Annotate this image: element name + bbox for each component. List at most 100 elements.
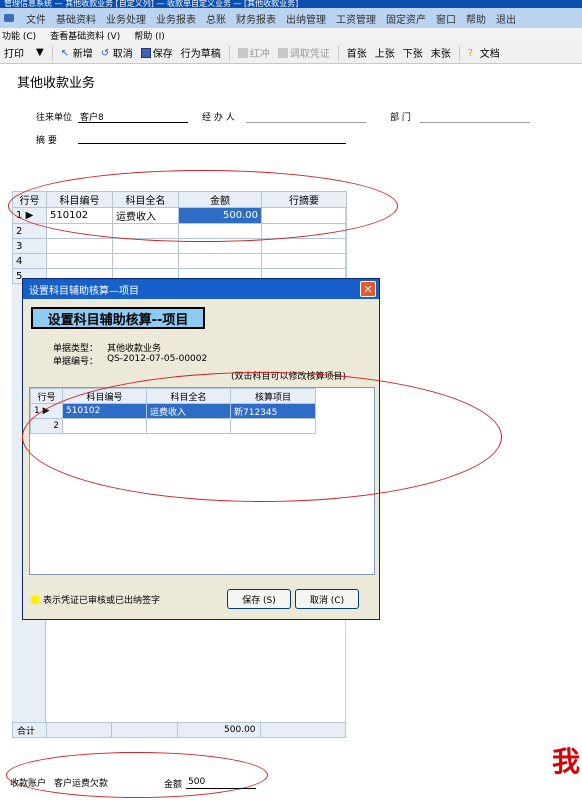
annotation-ellipse [8, 170, 398, 242]
yellow-legend-swatch [31, 595, 39, 604]
submenu-view-basic[interactable]: 查看基础资料 (V) [50, 29, 120, 42]
menu-ledger[interactable]: 总账 [206, 11, 226, 26]
next-button[interactable]: 下张 [399, 45, 427, 60]
prev-button[interactable]: 上张 [371, 45, 399, 60]
next-label: 下张 [402, 49, 423, 60]
account-label: 收款账户 [10, 779, 47, 789]
submenu-help[interactable]: 帮助 (I) [134, 29, 165, 42]
menu-business[interactable]: 业务处理 [106, 11, 146, 26]
amount-cell[interactable] [178, 253, 262, 269]
undo-icon: ↺ [100, 47, 110, 59]
menu-basic-data[interactable]: 基础资料 [56, 11, 96, 26]
window-title-bar: 管理信息系统 — 其他收款业务 [自定义列] — 收款单自定义业务 — [其他收… [0, 0, 582, 8]
toolbar-divider [458, 45, 460, 60]
row-number: 4 [12, 253, 47, 269]
new-label: 新增 [72, 49, 93, 60]
save-icon [140, 47, 151, 58]
amount-underline [186, 788, 256, 789]
total-empty-cell [112, 723, 179, 737]
close-icon[interactable]: ✕ [360, 281, 376, 297]
account-value[interactable]: 客户运费欠款 [54, 776, 108, 789]
dialog-cancel-button[interactable]: 取消 (C) [295, 589, 359, 609]
doc-no-value: QS-2012-07-05-00002 [107, 354, 208, 364]
total-amount: 500.00 [178, 723, 261, 737]
account-code-cell[interactable] [46, 238, 113, 254]
toolbar-divider [337, 45, 339, 60]
help-icon: ? [467, 47, 474, 59]
summary-field[interactable] [78, 143, 346, 144]
total-row: 合计 500.00 [12, 722, 346, 738]
handler-field[interactable] [246, 122, 366, 123]
new-button[interactable]: ↖ 新增 [57, 45, 97, 61]
footer-amount-value[interactable]: 500 [188, 777, 205, 787]
dept-field[interactable] [420, 122, 530, 123]
corner-logo-char: 我 [552, 745, 581, 778]
function-menu: 功能 (C) 查看基础资料 (V) 帮助 (I) [0, 28, 582, 42]
cancel-label: 取消 [112, 49, 133, 60]
save-draft-button[interactable]: 行为草稿 [177, 45, 225, 60]
menu-help[interactable]: 帮助 [466, 11, 486, 26]
table-row[interactable]: 4 [12, 253, 347, 269]
submenu-function[interactable]: 功能 (C) [2, 29, 36, 42]
dialog-title-bar[interactable]: 设置科目辅助核算—项目 [23, 279, 379, 299]
memo-cell[interactable] [261, 238, 347, 254]
save-draft-label: 行为草稿 [180, 49, 221, 60]
menu-exit[interactable]: 退出 [496, 11, 516, 26]
menu-window[interactable]: 窗口 [436, 11, 456, 26]
toolbar-divider [228, 45, 230, 60]
app-logo-icon [4, 14, 14, 22]
dialog-banner: 设置科目辅助核算--项目 [31, 307, 205, 329]
menu-finance-reports[interactable]: 财务报表 [236, 11, 276, 26]
unit-label: 往来单位 [36, 113, 73, 123]
print-label: 打印 [4, 49, 24, 60]
dept-label: 部 门 [390, 113, 411, 123]
menu-fixed-assets[interactable]: 固定资产 [386, 11, 426, 26]
fetch-voucher-label: 调取凭证 [289, 49, 330, 60]
dialog-save-button[interactable]: 保存 (S) [227, 589, 291, 609]
legend: 表示凭证已审核或已出纳签字 [31, 593, 160, 606]
menu-salary[interactable]: 工资管理 [336, 11, 376, 26]
doc-type-label: 单据类型： [53, 344, 99, 354]
doc-no-label: 单据编号： [53, 357, 99, 367]
print-button[interactable]: 打印 ▼ [0, 45, 48, 60]
dlg-col-row-no[interactable]: 行号 [30, 388, 63, 404]
new-icon: ↖ [60, 47, 70, 59]
unit-underline [78, 122, 188, 123]
document-button[interactable]: ? 文档 [464, 45, 504, 61]
dialog-title: 设置科目辅助核算—项目 [29, 285, 139, 297]
legend-text: 表示凭证已审核或已出纳签字 [43, 596, 161, 606]
prev-label: 上张 [374, 49, 395, 60]
reverse-icon [237, 47, 248, 58]
toolbar: 打印 ▼ ↖ 新增 ↺ 取消 保存 行为草稿 红冲 调取凭证 首张 上张 下张 … [0, 42, 582, 64]
save-toolbar-button[interactable]: 保存 [137, 45, 177, 60]
account-name-cell[interactable] [112, 253, 179, 269]
annotation-ellipse [22, 372, 502, 502]
annotation-ellipse [6, 752, 268, 798]
document-label: 文档 [479, 49, 500, 60]
memo-cell[interactable] [261, 253, 347, 269]
footer-amount-label: 金额 [164, 780, 183, 790]
page-title: 其他收款业务 [17, 76, 96, 91]
summary-label: 摘 要 [36, 136, 57, 146]
red-reverse-button[interactable]: 红冲 [234, 45, 274, 60]
menu-reports[interactable]: 业务报表 [156, 11, 196, 26]
dropdown-arrow-icon: ▼ [36, 47, 44, 58]
window-title: 管理信息系统 — 其他收款业务 [自定义列] — 收款单自定义业务 — [其他收… [4, 0, 299, 8]
red-label: 红冲 [249, 49, 270, 60]
save-label: 保存 [152, 49, 173, 60]
handler-label: 经 办 人 [202, 113, 235, 123]
menu-file[interactable]: 文件 [26, 11, 46, 26]
last-label: 末张 [430, 49, 451, 60]
total-label: 合计 [13, 723, 47, 737]
first-label: 首张 [346, 49, 367, 60]
row-number: 3 [12, 238, 47, 254]
menu-cashier[interactable]: 出纳管理 [286, 11, 326, 26]
toolbar-divider [51, 45, 53, 60]
menu-bar: 文件 基础资料 业务处理 业务报表 总账 财务报表 出纳管理 工资管理 固定资产… [0, 8, 582, 28]
cancel-toolbar-button[interactable]: ↺ 取消 [97, 45, 137, 61]
doc-type-value: 其他收款业务 [107, 344, 162, 354]
last-button[interactable]: 末张 [427, 45, 455, 60]
fetch-voucher-button[interactable]: 调取凭证 [274, 45, 334, 60]
first-button[interactable]: 首张 [343, 45, 371, 60]
account-code-cell[interactable] [46, 253, 113, 269]
